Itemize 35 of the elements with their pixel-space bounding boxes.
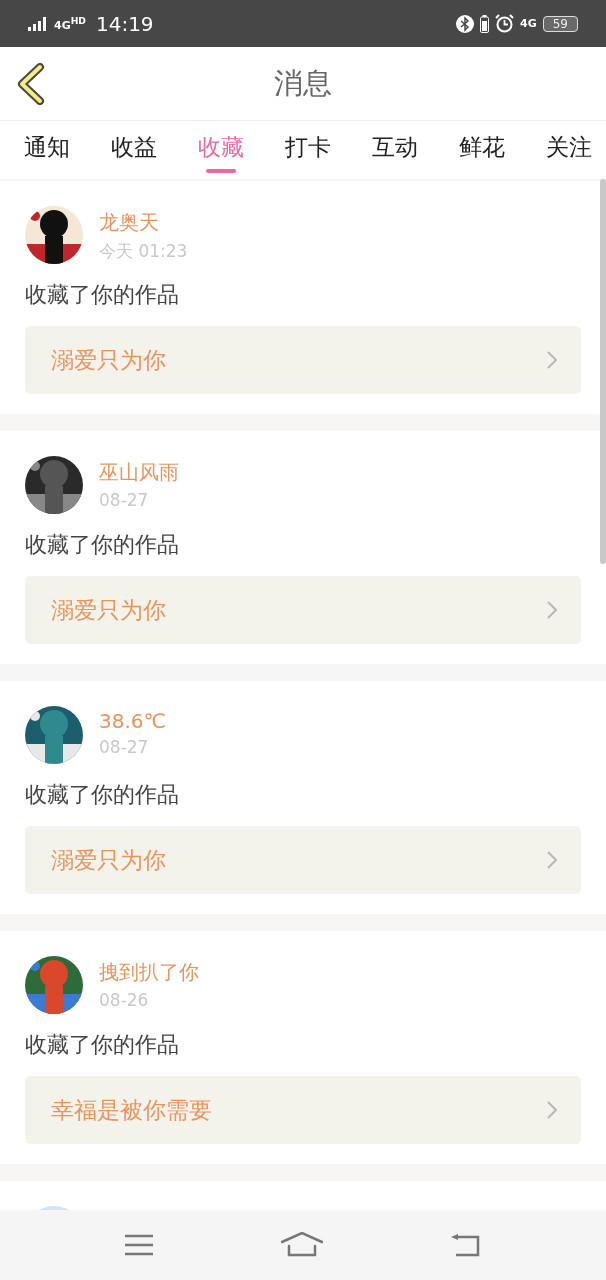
work-link[interactable]: 溺爱只为你 [25,326,581,394]
user-name[interactable]: 38.6℃ [99,709,166,733]
back-icon[interactable] [16,63,46,105]
chevron-icon [547,601,557,619]
chevron-icon [547,851,557,869]
user-name[interactable]: 巫山风雨 [99,459,179,486]
work-link[interactable]: 溺爱只为你 [25,576,581,644]
work-link[interactable]: 溺爱只为你 [25,826,581,894]
tab[interactable]: 鲜花 [459,125,505,175]
menu-icon[interactable] [123,1234,154,1256]
tab[interactable]: 互动 [372,125,418,175]
battery-level: 59 [542,15,578,32]
tab[interactable]: 关注 [546,125,592,175]
tab[interactable]: 收藏 [198,125,244,175]
alarm-icon [495,14,515,33]
work-link[interactable]: 幸福是被你需要 [25,1076,581,1144]
tab[interactable]: 收益 [111,125,157,175]
message-text: 收藏了你的作品 [25,531,180,559]
user-name[interactable]: 龙奥天 [99,209,188,236]
bluetooth-icon [456,14,475,33]
chevron-icon [547,351,557,369]
network-label: 4G [520,17,537,30]
home-icon[interactable] [281,1232,323,1258]
tab[interactable]: 通知 [24,125,70,175]
page-title: 消息 [274,64,332,102]
battery-icon [480,14,490,33]
user-name[interactable]: 拽到扒了你 [99,959,199,986]
message-text: 收藏了你的作品 [25,281,180,309]
network-label: 4G$^{HD}$ [54,15,86,32]
message-text: 收藏了你的作品 [25,781,180,809]
message-text: 收藏了你的作品 [25,1031,180,1059]
chevron-icon [547,1101,557,1119]
tab[interactable]: 打卡 [285,125,331,175]
clock: 14:19 [95,11,154,36]
signal-icon [28,16,48,31]
